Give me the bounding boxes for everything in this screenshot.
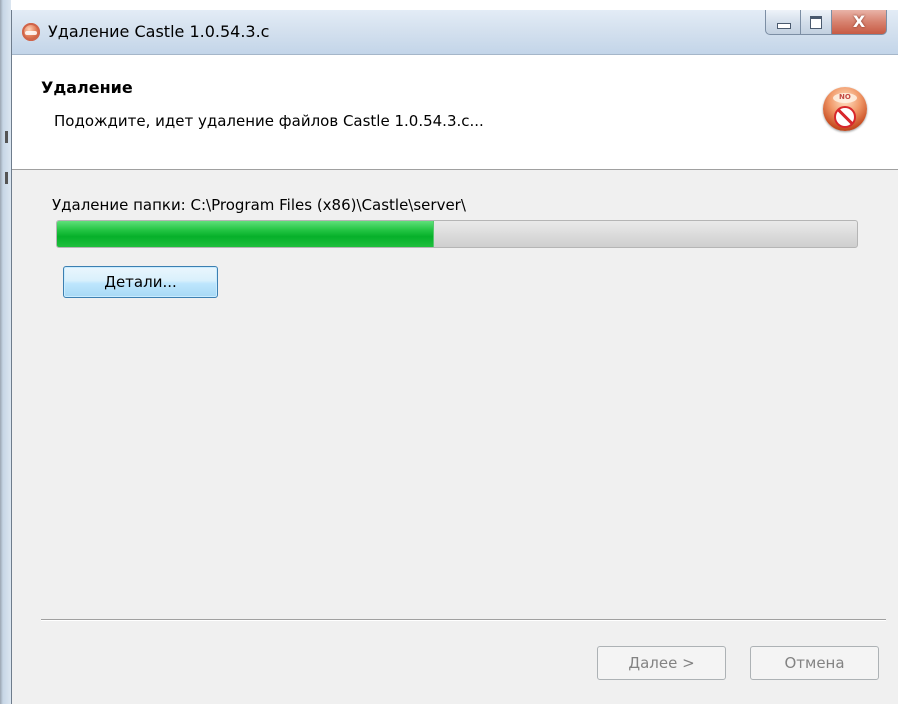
page-title: Удаление — [41, 78, 133, 97]
progress-status-text: Удаление папки: C:\Program Files (x86)\C… — [52, 196, 466, 214]
edge-mark — [5, 131, 8, 143]
background-window-edge — [0, 0, 11, 704]
details-button[interactable]: Детали... — [63, 266, 218, 298]
prohibited-icon — [834, 106, 856, 128]
progress-bar-fill — [57, 221, 434, 247]
page-subtitle: Подождите, идет удаление файлов Castle 1… — [54, 112, 484, 130]
footer-divider — [41, 619, 886, 621]
close-icon: X — [852, 12, 866, 31]
uninstaller-window: Удаление Castle 1.0.54.3.c X Удаление По… — [11, 10, 898, 704]
progress-bar — [56, 220, 858, 248]
maximize-button[interactable] — [801, 10, 832, 35]
close-button[interactable]: X — [832, 10, 887, 35]
disc-cap — [833, 93, 857, 103]
cancel-button[interactable]: Отмена — [750, 646, 879, 680]
castle-app-icon[interactable] — [22, 23, 40, 41]
wizard-header: Удаление Подождите, идет удаление файлов… — [12, 55, 898, 170]
title-bar[interactable]: Удаление Castle 1.0.54.3.c X — [12, 10, 898, 55]
next-button[interactable]: Далее > — [597, 646, 726, 680]
minimize-icon — [777, 23, 791, 29]
minimize-button[interactable] — [765, 10, 801, 35]
caption-buttons: X — [765, 10, 887, 36]
window-title: Удаление Castle 1.0.54.3.c — [48, 22, 270, 41]
edge-mark — [5, 172, 8, 184]
maximize-icon — [810, 16, 822, 29]
uninstall-disc-icon — [823, 87, 867, 131]
